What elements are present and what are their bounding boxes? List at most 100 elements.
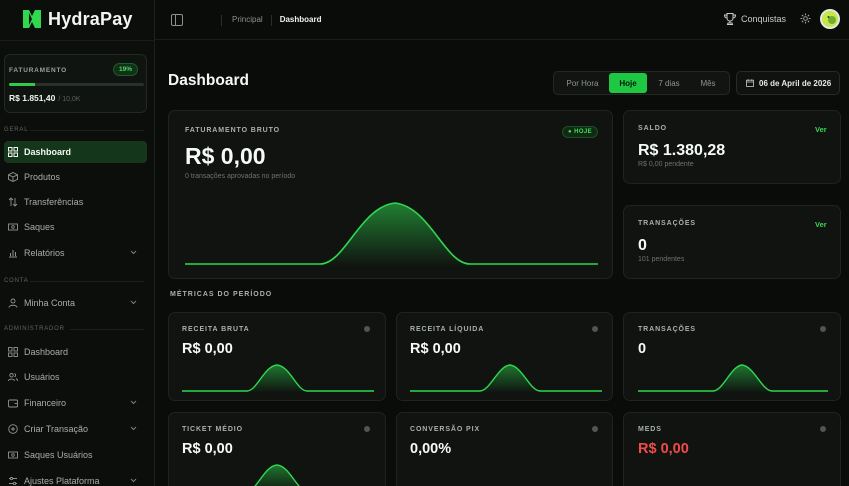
breadcrumb: Principal Dashboard: [221, 15, 321, 26]
sidebar-item-saques[interactable]: Saques: [4, 216, 147, 238]
cash-icon: [8, 451, 18, 459]
today-badge-text: HOJE: [574, 129, 593, 135]
transactions-view-link[interactable]: Ver: [815, 220, 827, 229]
metric-label: RECEITA BRUTA: [182, 326, 250, 333]
info-icon[interactable]: [364, 426, 370, 432]
wallet-icon: [8, 399, 18, 408]
metric-card-ticket-medio: TICKET MÉDIO R$ 0,00: [168, 412, 386, 486]
period-7-dias-button[interactable]: 7 dias: [647, 73, 691, 93]
revenue-label: FATURAMENTO: [9, 67, 68, 74]
balance-card: SALDO Ver R$ 1.380,28 R$ 0,00 pendente: [623, 110, 841, 184]
sidebar-item-usuarios[interactable]: Usuários: [4, 366, 147, 388]
divider: [70, 329, 144, 330]
users-icon: [8, 373, 18, 382]
chevron-down-icon: [130, 250, 137, 255]
info-icon[interactable]: [820, 426, 826, 432]
sidebar-item-produtos[interactable]: Produtos: [4, 166, 147, 188]
revenue-percent-badge: 19%: [112, 63, 138, 76]
metric-card-conversao-pix: CONVERSÃO PIX 0,00%: [396, 412, 613, 486]
metric-sparkline: [182, 364, 374, 393]
grid-icon: [8, 347, 18, 357]
sidebar-toggle-icon[interactable]: [171, 14, 183, 26]
sidebar: HydraPay FATURAMENTO 19% R$ 1.851,40/ 10…: [0, 0, 155, 486]
sidebar-item-label: Produtos: [24, 172, 61, 182]
transactions-value: 0: [638, 237, 647, 254]
today-badge: ● HOJE: [562, 126, 599, 138]
sidebar-item-label: Usuários: [24, 372, 60, 382]
sidebar-item-criar-transacao[interactable]: Criar Transação: [4, 418, 147, 440]
info-icon[interactable]: [364, 326, 370, 332]
transactions-label: TRANSAÇÕES: [638, 220, 697, 227]
breadcrumb-principal[interactable]: Principal: [221, 15, 263, 26]
sidebar-item-label: Criar Transação: [24, 424, 89, 434]
chevron-down-icon: [130, 300, 137, 305]
sidebar-item-saques-usuarios[interactable]: Saques Usuários: [4, 444, 147, 466]
sidebar-item-admin-dashboard[interactable]: Dashboard: [4, 341, 147, 363]
sidebar-item-dashboard[interactable]: Dashboard: [4, 141, 147, 163]
info-icon[interactable]: [592, 326, 598, 332]
balance-label: SALDO: [638, 125, 667, 132]
transactions-pending: 101 pendentes: [638, 256, 685, 263]
divider: [30, 281, 144, 282]
info-icon[interactable]: [592, 426, 598, 432]
date-picker[interactable]: 06 de April de 2026: [736, 71, 840, 95]
achievements-button[interactable]: Conquistas: [723, 12, 786, 26]
sidebar-item-minha-conta[interactable]: Minha Conta: [4, 292, 147, 314]
sidebar-item-label: Dashboard: [24, 147, 72, 157]
revenue-progress-bar: [9, 83, 144, 86]
sidebar-item-label: Transferências: [24, 197, 84, 207]
sidebar-item-ajustes-plataforma[interactable]: Ajustes Plataforma: [4, 470, 147, 486]
gear-icon[interactable]: [800, 13, 811, 24]
period-por-hora-button[interactable]: Por Hora: [556, 73, 609, 93]
metric-label: RECEITA LÍQUIDA: [410, 326, 485, 333]
metric-value: R$ 0,00: [638, 441, 689, 457]
balance-pending: R$ 0,00 pendente: [638, 161, 694, 168]
divider: [30, 130, 144, 131]
section-label-administrador: ADMINISTRADOR: [4, 326, 65, 332]
info-icon[interactable]: [820, 326, 826, 332]
user-icon: [8, 298, 18, 308]
section-label-geral: GERAL: [4, 127, 29, 133]
breadcrumb-separator: [270, 15, 272, 26]
metric-label: TICKET MÉDIO: [182, 426, 243, 433]
metric-card-meds: MEDS R$ 0,00: [623, 412, 841, 486]
metric-card-receita-bruta: RECEITA BRUTA R$ 0,00: [168, 312, 386, 401]
metric-card-receita-liquida: RECEITA LÍQUIDA R$ 0,00: [396, 312, 613, 401]
metric-card-transacoes: TRANSAÇÕES 0: [623, 312, 841, 401]
balance-value: R$ 1.380,28: [638, 142, 726, 159]
metric-sparkline: [254, 464, 300, 486]
cash-icon: [8, 223, 18, 231]
sidebar-item-relatorios[interactable]: Relatórios: [4, 242, 147, 264]
revenue-goal: / 10,0K: [58, 96, 81, 103]
metric-label: CONVERSÃO PIX: [410, 426, 481, 433]
logo[interactable]: HydraPay: [22, 8, 133, 30]
metrics-section-title: MÉTRICAS DO PERÍODO: [170, 291, 273, 298]
trophy-icon: [723, 13, 737, 25]
period-selector: Por Hora Hoje 7 dias Mês: [553, 71, 730, 95]
bar-chart-icon: [9, 250, 17, 258]
sliders-icon: [9, 476, 17, 486]
chevron-down-icon: [130, 426, 137, 431]
chevron-down-icon: [130, 400, 137, 405]
gross-revenue-subtext: 0 transações aprovadas no período: [185, 173, 296, 180]
hydrapay-logo-icon: [23, 10, 41, 28]
sidebar-item-label: Dashboard: [24, 347, 69, 357]
revenue-progress-fill: [9, 83, 35, 86]
transactions-card: TRANSAÇÕES Ver 0 101 pendentes: [623, 205, 841, 279]
achievements-label: Conquistas: [741, 14, 787, 24]
sidebar-item-label: Saques Usuários: [24, 450, 93, 460]
section-label-conta: CONTA: [4, 278, 29, 284]
sidebar-item-financeiro[interactable]: Financeiro: [4, 392, 147, 414]
page-title: Dashboard: [168, 72, 249, 89]
metric-value: 0,00%: [410, 441, 452, 457]
sidebar-item-transferencias[interactable]: Transferências: [4, 191, 147, 213]
period-hoje-button[interactable]: Hoje: [609, 73, 647, 93]
breadcrumb-current: Dashboard: [279, 15, 322, 24]
grid-icon: [8, 147, 18, 157]
balance-view-link[interactable]: Ver: [815, 125, 827, 134]
metric-label: TRANSAÇÕES: [638, 326, 697, 333]
period-mes-button[interactable]: Mês: [691, 73, 725, 93]
avatar[interactable]: [820, 9, 840, 29]
divider: [0, 40, 154, 41]
arrows-icon: [8, 197, 18, 207]
